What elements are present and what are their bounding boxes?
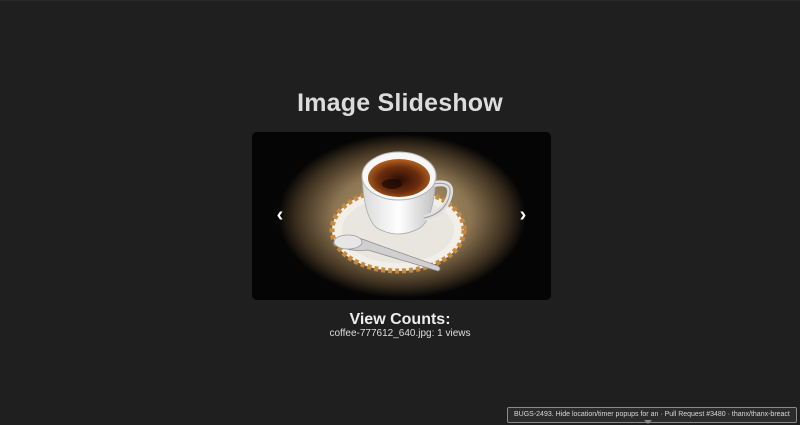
next-slide-button[interactable]: ›	[513, 202, 533, 228]
view-counts-list: coffee-777612_640.jpg: 1 views	[0, 327, 800, 341]
slideshow: ‹ ›	[252, 132, 551, 300]
slide-image	[252, 132, 551, 300]
view-count-item: coffee-777612_640.jpg: 1 views	[329, 328, 471, 339]
page-title: Image Slideshow	[297, 89, 503, 117]
previous-slide-button[interactable]: ‹	[270, 202, 290, 228]
tooltip-caret	[644, 420, 652, 424]
page: Image Slideshow ‹ › View Counts: coffee-…	[0, 0, 800, 425]
